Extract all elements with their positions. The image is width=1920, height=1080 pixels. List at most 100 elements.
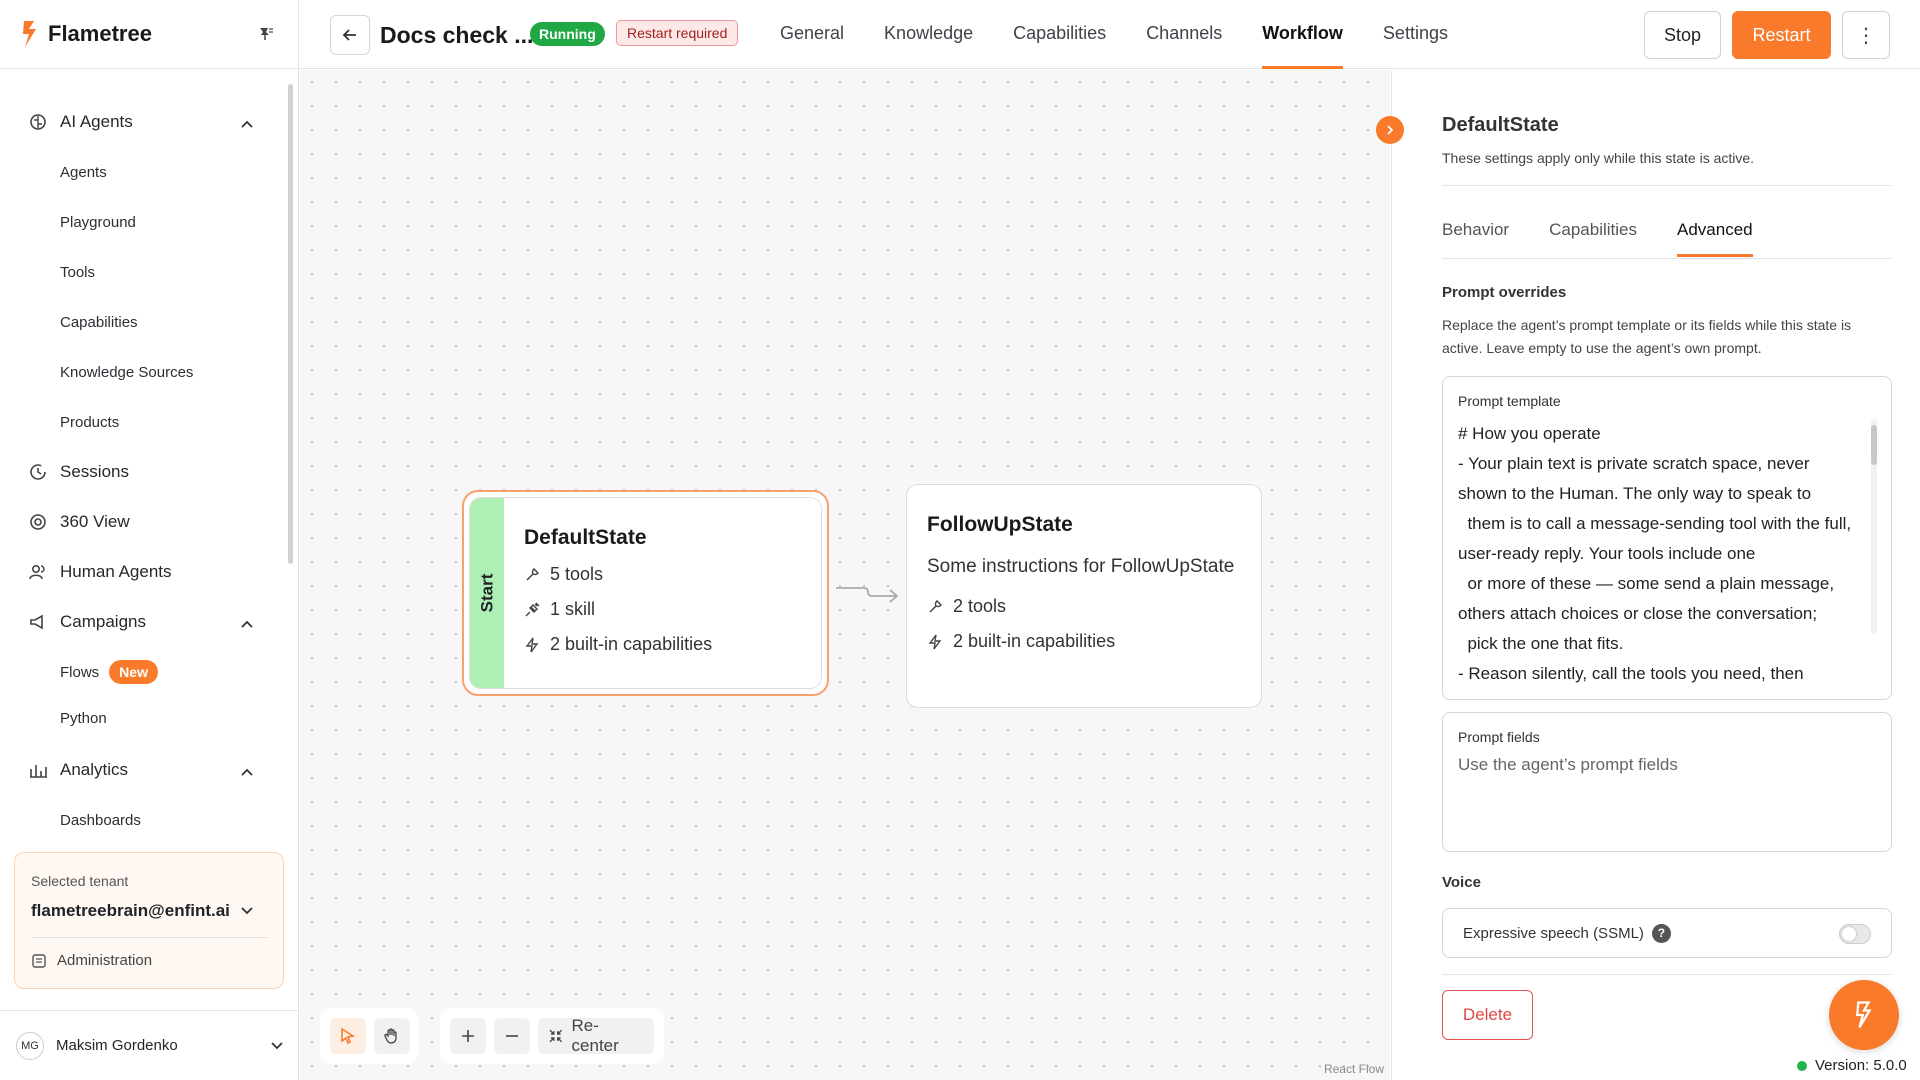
restart-button[interactable]: Restart — [1732, 11, 1831, 59]
node-default-state[interactable]: Start DefaultState 5 tools 1 skill 2 bui… — [462, 490, 829, 696]
ssml-toggle[interactable] — [1839, 924, 1871, 944]
lightning-icon — [928, 634, 942, 649]
sidebar-item-agents[interactable]: Agents — [60, 164, 107, 181]
zoom-out-button[interactable] — [494, 1018, 530, 1054]
pointer-icon — [341, 1027, 356, 1045]
tab-channels[interactable]: Channels — [1146, 0, 1222, 69]
restart-required-badge: Restart required — [616, 20, 739, 46]
node-title: FollowUpState — [927, 513, 1073, 536]
tab-capabilities[interactable]: Capabilities — [1013, 0, 1106, 69]
node-tools: 2 tools — [927, 596, 1241, 617]
brand: Flametree — [0, 0, 298, 69]
sidebar-scrollbar[interactable] — [288, 84, 293, 564]
tab-settings[interactable]: Settings — [1383, 0, 1448, 69]
sidebar-item-analytics[interactable]: Analytics — [28, 760, 128, 780]
version-indicator: Version: 5.0.0 — [1797, 1057, 1907, 1074]
help-icon[interactable]: ? — [1651, 923, 1671, 943]
page-title: Docs check ... — [380, 22, 534, 48]
users-icon — [29, 564, 45, 580]
tab-advanced[interactable]: Advanced — [1677, 220, 1753, 258]
sidebar-item-label: 360 View — [60, 512, 130, 531]
node-tools: 5 tools — [524, 564, 712, 585]
sidebar-item-label: AI Agents — [60, 112, 133, 131]
pan-tool-button[interactable] — [374, 1018, 410, 1054]
administration-label: Administration — [57, 952, 153, 969]
arrow-left-icon — [342, 29, 356, 41]
wrench-icon — [929, 599, 943, 613]
zoom-in-button[interactable] — [450, 1018, 486, 1054]
panel-divider — [1442, 185, 1892, 186]
user-menu[interactable]: MG Maksim Gordenko — [0, 1010, 299, 1080]
sidebar-item-products[interactable]: Products — [60, 414, 119, 431]
brain-icon — [30, 114, 46, 130]
assistant-chat-button[interactable] — [1829, 980, 1899, 1050]
sidebar-item-campaigns[interactable]: Campaigns — [28, 612, 146, 632]
chevron-up-icon[interactable] — [240, 117, 254, 131]
tab-panel-capabilities[interactable]: Capabilities — [1549, 220, 1637, 258]
prompt-fields-label: Prompt fields — [1458, 729, 1540, 745]
prompt-fields-placeholder[interactable]: Use the agent’s prompt fields — [1458, 755, 1678, 775]
panel-title: DefaultState — [1442, 114, 1559, 136]
recenter-button[interactable]: Re-center — [538, 1016, 654, 1055]
sidebar-item-label: Analytics — [60, 760, 129, 779]
prompt-template-scrollbar[interactable] — [1871, 419, 1877, 634]
canvas-zoom-toolbar: Re-center — [440, 1008, 664, 1064]
sidebar-item-python[interactable]: Python — [60, 710, 107, 727]
collapse-panel-button[interactable] — [1376, 116, 1404, 144]
node-builtins-label: 2 built-in capabilities — [550, 634, 713, 654]
node-tools-label: 2 tools — [953, 596, 1007, 616]
node-builtins-label: 2 built-in capabilities — [953, 631, 1116, 651]
stop-button[interactable]: Stop — [1644, 11, 1721, 59]
bar-chart-icon — [30, 765, 47, 778]
prompt-template-field[interactable]: Prompt template # How you operate - Your… — [1442, 376, 1892, 700]
sidebar-item-playground[interactable]: Playground — [60, 214, 136, 231]
sidebar-item-ai-agents[interactable]: AI Agents — [28, 112, 133, 132]
sidebar-item-human-agents[interactable]: Human Agents — [28, 562, 172, 582]
sidebar-item-capabilities[interactable]: Capabilities — [60, 314, 138, 331]
sidebar-item-knowledge-sources[interactable]: Knowledge Sources — [60, 364, 193, 381]
sidebar-item-360-view[interactable]: 360 View — [28, 512, 130, 532]
more-options-button[interactable]: ⋮ — [1842, 11, 1890, 59]
node-builtins: 2 built-in capabilities — [927, 631, 1241, 652]
select-tool-button[interactable] — [330, 1018, 366, 1054]
delete-button[interactable]: Delete — [1442, 990, 1533, 1040]
sidebar-item-flows[interactable]: Flows New — [60, 660, 158, 684]
version-label: Version: 5.0.0 — [1815, 1057, 1907, 1074]
recenter-label: Re-center — [571, 1016, 619, 1055]
prompt-overrides-title: Prompt overrides — [1442, 284, 1567, 301]
start-label: Start — [477, 573, 497, 613]
panel-tabs: Behavior Capabilities Advanced — [1442, 220, 1892, 259]
sidebar-item-dashboards[interactable]: Dashboards — [60, 812, 141, 829]
administration-link[interactable]: Administration — [31, 952, 267, 969]
tab-knowledge[interactable]: Knowledge — [884, 0, 973, 69]
prompt-template-value[interactable]: # How you operate - Your plain text is p… — [1458, 419, 1858, 689]
status-badge: Running — [530, 22, 605, 46]
sidebar-item-sessions[interactable]: Sessions — [28, 462, 129, 482]
tab-general[interactable]: General — [780, 0, 844, 69]
node-followup-state[interactable]: FollowUpState Some instructions for Foll… — [906, 484, 1262, 708]
new-badge: New — [109, 660, 158, 684]
voice-title: Voice — [1442, 874, 1481, 891]
edge-default-to-followup[interactable] — [834, 580, 904, 604]
canvas-mode-toolbar — [320, 1008, 418, 1064]
node-skills: 1 skill — [524, 599, 712, 620]
minus-icon — [506, 1035, 518, 1037]
tenant-selector[interactable]: flametreebrain@enfint.ai — [31, 901, 267, 921]
node-builtins: 2 built-in capabilities — [524, 634, 712, 655]
chevron-up-icon[interactable] — [240, 617, 254, 631]
pin-icon[interactable] — [256, 24, 274, 42]
workflow-canvas[interactable]: Start DefaultState 5 tools 1 skill 2 bui… — [300, 70, 1390, 1080]
prompt-fields-field[interactable]: Prompt fields Use the agent’s prompt fie… — [1442, 712, 1892, 852]
sidebar-item-tools[interactable]: Tools — [60, 264, 95, 281]
tab-workflow[interactable]: Workflow — [1262, 0, 1343, 69]
chevron-right-icon — [1387, 125, 1394, 135]
chevron-up-icon[interactable] — [240, 765, 254, 779]
node-skills-label: 1 skill — [550, 599, 596, 619]
back-button[interactable] — [330, 15, 370, 55]
tenant-value: flametreebrain@enfint.ai — [31, 901, 230, 920]
wrench-icon — [526, 567, 540, 581]
sidebar-item-label: Campaigns — [60, 612, 146, 631]
tab-behavior[interactable]: Behavior — [1442, 220, 1509, 258]
react-flow-attribution[interactable]: React Flow — [1324, 1062, 1384, 1076]
sidebar-item-label: Flows — [60, 663, 100, 681]
